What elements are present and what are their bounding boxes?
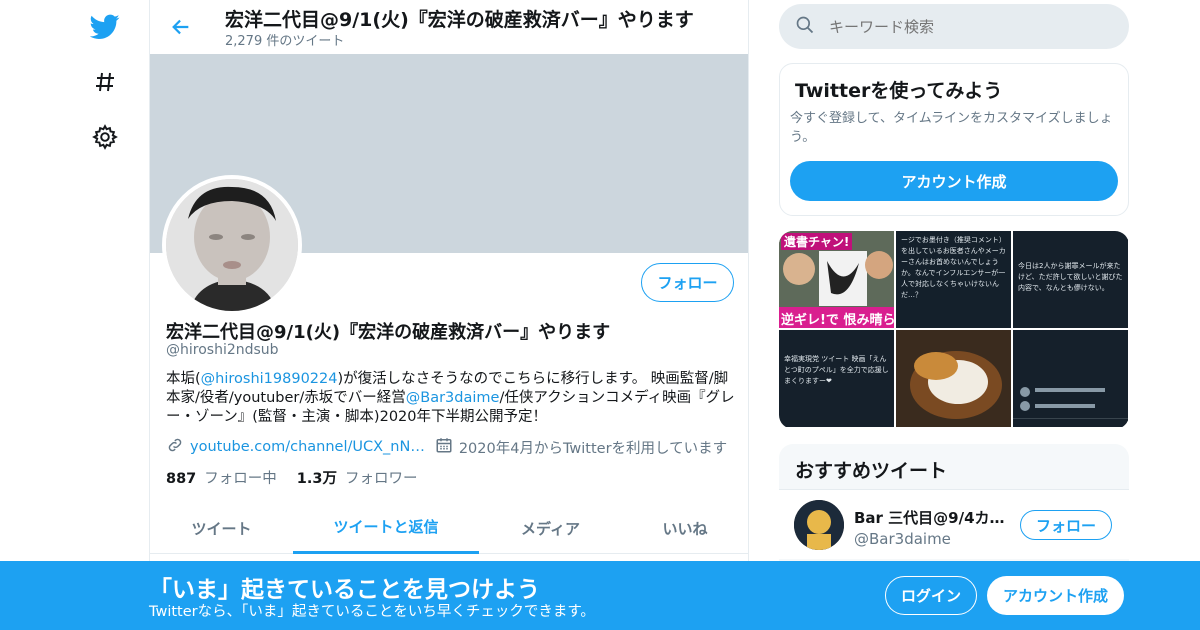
profile-tabs: ツイート ツイートと返信 メディア いいね xyxy=(150,502,748,554)
tweet-count: 2,279 件のツイート xyxy=(225,34,345,49)
bio-mention-link[interactable]: @hiroshi19890224 xyxy=(201,371,338,387)
profile-header: 宏洋二代目@9/1(火)『宏洋の破産救済バー』やります 2,279 件のツイート xyxy=(150,0,748,54)
media-caption: 今日は2人から謝罪メールが来たけど、ただ許して欲しいと謝びた内容で、なんとも儚け… xyxy=(1018,262,1123,292)
search-input[interactable] xyxy=(829,17,1109,36)
profile-meta: youtube.com/channel/UCX_nN… 2020年4月からTwi… xyxy=(166,436,727,458)
follow-button[interactable]: フォロー xyxy=(1020,510,1112,540)
signup-card: Twitterを使ってみよう 今すぐ登録して、タイムラインをカスタマイズしましょ… xyxy=(779,63,1129,216)
profile-url-link[interactable]: youtube.com/channel/UCX_nN… xyxy=(190,439,425,455)
profile-name: 宏洋二代目@9/1(火)『宏洋の破産救済バー』やります xyxy=(166,322,611,343)
avatar[interactable] xyxy=(162,175,302,315)
media-thumbnail[interactable] xyxy=(1013,330,1128,427)
bio-text: 本垢( xyxy=(166,371,201,387)
search-icon xyxy=(795,15,815,39)
media-thumbnail[interactable] xyxy=(896,330,1011,427)
hashtag-icon[interactable] xyxy=(90,67,120,97)
followers-label: フォロワー xyxy=(344,471,418,487)
create-account-button[interactable]: アカウント作成 xyxy=(987,576,1124,615)
following-label: フォロー中 xyxy=(204,471,277,487)
create-account-button[interactable]: アカウント作成 xyxy=(790,161,1118,201)
media-caption: 逆ギレ!で 恨み晴ら xyxy=(781,313,894,328)
following-count: 887 xyxy=(166,471,197,487)
media-grid: 遺書チャン! 逆ギレ!で 恨み晴ら ージでお墨付き（推奨コメント）を出しているお… xyxy=(779,231,1129,429)
header-title: 宏洋二代目@9/1(火)『宏洋の破産救済バー』やります xyxy=(225,9,694,31)
calendar-icon xyxy=(435,436,453,458)
recommended-title: おすすめツイート xyxy=(795,460,948,482)
recommended-handle: @Bar3daime xyxy=(854,530,951,548)
follow-button[interactable]: フォロー xyxy=(641,263,734,302)
followers-count: 1.3万 xyxy=(296,471,337,487)
signup-card-description: 今すぐ登録して、タイムラインをカスタマイズしましょう。 xyxy=(790,111,1113,145)
gear-icon[interactable] xyxy=(90,122,120,152)
signup-banner-title: 「いま」起きていることを見つけよう xyxy=(149,577,540,603)
link-icon xyxy=(166,436,184,458)
recommended-name: Bar 三代目@9/4カレ… xyxy=(854,509,1014,527)
page-root: 宏洋二代目@9/1(火)『宏洋の破産救済バー』やります 2,279 件のツイート… xyxy=(0,0,1200,630)
media-thumbnail[interactable]: 今日は2人から謝罪メールが来たけど、ただ許して欲しいと謝びた内容で、なんとも儚け… xyxy=(1013,231,1128,328)
joined-date: 2020年4月からTwitterを利用しています xyxy=(458,440,728,457)
followers-stat[interactable]: 1.3万 フォロワー xyxy=(297,467,418,488)
avatar[interactable] xyxy=(794,500,844,550)
back-arrow-icon[interactable] xyxy=(166,12,196,42)
login-button[interactable]: ログイン xyxy=(885,576,977,615)
profile-handle: @hiroshi2ndsub xyxy=(166,342,279,358)
left-nav xyxy=(80,0,130,630)
profile-stats: 887 フォロー中 1.3万 フォロワー xyxy=(166,467,437,488)
following-stat[interactable]: 887 フォロー中 xyxy=(166,467,277,488)
profile-bio: 本垢(@hiroshi19890224)が復活しなさそうなのでこちらに移行します… xyxy=(166,370,736,427)
tab-likes[interactable]: いいね xyxy=(622,502,748,554)
signup-banner-subtitle: Twitterなら、「いま」起きていることをいち早くチェックできます。 xyxy=(149,604,595,620)
search-bar xyxy=(779,4,1129,49)
twitter-bird-icon[interactable] xyxy=(90,12,120,42)
profile-column: 宏洋二代目@9/1(火)『宏洋の破産救済バー』やります 2,279 件のツイート… xyxy=(149,0,749,630)
bio-mention-link[interactable]: @Bar3daime xyxy=(406,390,500,406)
media-thumbnail[interactable]: ージでお墨付き（推奨コメント）を出しているお医者さんやメーカーさんはお首めないん… xyxy=(896,231,1011,328)
tab-tweets[interactable]: ツイート xyxy=(150,502,293,554)
signup-banner: 「いま」起きていることを見つけよう Twitterなら、「いま」起きていることを… xyxy=(0,561,1200,630)
media-thumbnail[interactable]: 幸福実現党 ツイート 映画「えんとつ町のプペル」を全力で応援しまくりますー❤ xyxy=(779,330,894,427)
tab-media[interactable]: メディア xyxy=(479,502,622,554)
media-caption: ージでお墨付き（推奨コメント）を出しているお医者さんやメーカーさんはお首めないん… xyxy=(901,236,1006,299)
tab-tweets-and-replies[interactable]: ツイートと返信 xyxy=(293,502,479,554)
media-caption: 遺書チャン! xyxy=(781,233,853,250)
signup-card-title: Twitterを使ってみよう xyxy=(795,80,1003,102)
media-thumbnail[interactable]: 遺書チャン! 逆ギレ!で 恨み晴ら xyxy=(779,231,894,328)
media-caption: 幸福実現党 ツイート 映画「えんとつ町のプペル」を全力で応援しまくりますー❤ xyxy=(784,355,889,385)
recommended-account[interactable]: Bar 三代目@9/4カレ… @Bar3daime フォロー xyxy=(779,489,1129,559)
